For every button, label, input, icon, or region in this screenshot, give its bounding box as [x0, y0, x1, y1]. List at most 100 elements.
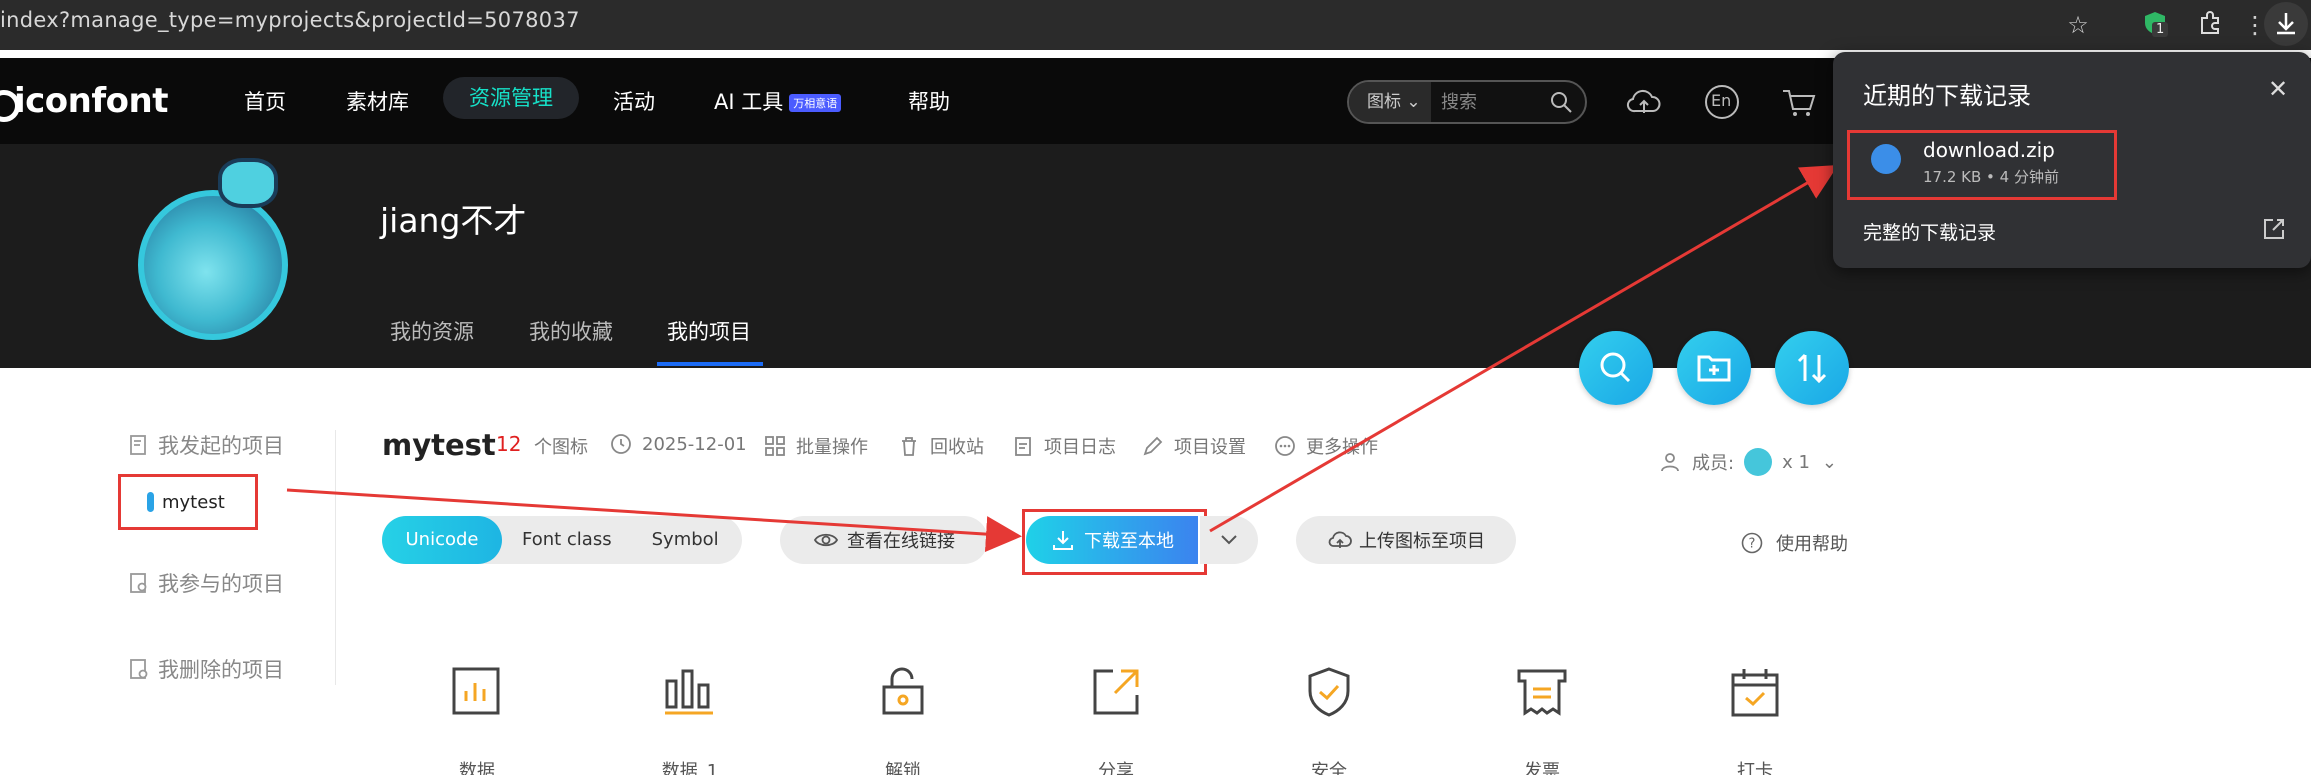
cloud-upload-icon	[1328, 531, 1352, 548]
nav-ai-tools[interactable]: AI 工具 万相意语	[714, 86, 842, 116]
bookmark-star-icon[interactable]: ☆	[2063, 10, 2093, 40]
chevron-down-icon: ⌄	[1406, 92, 1421, 112]
batch-action[interactable]: 批量操作	[764, 433, 868, 459]
more-dots-icon	[1275, 436, 1295, 456]
format-segmented-control: Unicode Font class Symbol	[382, 516, 742, 564]
search-type-select[interactable]: 图标 ⌄	[1349, 82, 1431, 122]
search-icon[interactable]	[1549, 90, 1573, 114]
downloads-button[interactable]	[2264, 2, 2308, 46]
download-icon	[1053, 531, 1073, 550]
icon-label-data: 数据	[459, 761, 495, 775]
tab-my-resources[interactable]: 我的资源	[390, 316, 474, 346]
clock-icon	[611, 434, 631, 454]
browser-toolbar: index?manage_type=myprojects&projectId=5…	[0, 0, 2311, 50]
invoice-icon[interactable]	[1515, 665, 1569, 719]
search-icon	[1600, 352, 1631, 383]
help-circle-icon: ?	[1741, 532, 1763, 554]
full-download-history-link[interactable]: 完整的下载记录	[1863, 218, 1996, 245]
project-color-dot	[147, 492, 154, 512]
members-icon	[1661, 453, 1679, 472]
calendar-check-icon[interactable]	[1728, 665, 1782, 719]
download-local-button[interactable]: 下载至本地	[1026, 516, 1198, 564]
tab-my-favorites[interactable]: 我的收藏	[529, 316, 613, 346]
address-bar[interactable]: index?manage_type=myprojects&projectId=5…	[0, 8, 580, 32]
icon-label-checkin: 打卡	[1737, 761, 1773, 775]
extensions-puzzle-icon[interactable]	[2195, 10, 2225, 40]
grid-icon	[765, 436, 785, 456]
icon-label-invoice: 发票	[1524, 761, 1560, 775]
user-avatar	[138, 190, 288, 340]
svg-text:?: ?	[1749, 537, 1756, 552]
document-edit-icon	[130, 435, 146, 455]
close-icon[interactable]: ✕	[2265, 76, 2291, 102]
zip-file-icon	[1871, 144, 1901, 174]
document-search-icon	[130, 573, 147, 593]
project-date: 2025-12-01	[610, 433, 747, 455]
member-avatar	[1744, 448, 1773, 476]
chart-data-icon[interactable]	[450, 665, 504, 719]
folder-add-icon	[1697, 355, 1731, 382]
sidebar-item-deleted[interactable]: 我删除的项目	[128, 654, 284, 684]
bar-chart-icon[interactable]	[663, 665, 717, 719]
nav-help[interactable]: 帮助	[908, 86, 950, 116]
recycle-bin[interactable]: 回收站	[898, 433, 984, 459]
sidebar-item-created[interactable]: 我发起的项目	[128, 430, 284, 460]
chevron-down-icon: ⌄	[1821, 451, 1837, 473]
pencil-icon	[1143, 436, 1163, 456]
project-members[interactable]: 成员: x 1 ⌄	[1658, 448, 1837, 476]
shield-check-icon[interactable]	[1302, 665, 1356, 719]
nav-resource-manage[interactable]: 资源管理	[443, 77, 579, 119]
share-icon[interactable]	[1089, 665, 1143, 719]
cart-icon[interactable]	[1780, 83, 1818, 121]
search-input[interactable]	[1441, 90, 1541, 114]
unlock-icon[interactable]	[876, 665, 930, 719]
external-link-icon[interactable]	[2261, 216, 2287, 242]
icon-count-unit: 个图标	[534, 437, 588, 458]
eye-icon	[813, 533, 839, 547]
clipboard-icon	[1015, 437, 1031, 456]
tab-symbol[interactable]: Symbol	[632, 516, 739, 564]
download-icon	[2277, 13, 2295, 35]
active-tab-indicator	[657, 362, 763, 366]
icon-label-data-1: 数据_1	[661, 761, 719, 775]
recent-downloads-popup: 近期的下载记录 ✕ download.zip 17.2 KB • 4 分钟前 完…	[1833, 52, 2311, 268]
logo-icon	[0, 80, 20, 122]
nav-home[interactable]: 首页	[244, 86, 286, 116]
trash-icon	[902, 437, 916, 456]
ai-tag-badge: 万相意语	[789, 94, 842, 112]
view-online-link-button[interactable]: 查看在线链接	[780, 516, 988, 564]
nav-library[interactable]: 素材库	[346, 86, 409, 116]
language-toggle[interactable]: En	[1703, 83, 1741, 121]
sidebar-divider	[335, 430, 336, 685]
nav-activity[interactable]: 活动	[613, 86, 655, 116]
iconfont-logo[interactable]: iconfont	[0, 80, 168, 122]
username: jiang不才	[380, 201, 527, 240]
icon-label-share: 分享	[1098, 761, 1134, 775]
popup-title: 近期的下载记录	[1863, 82, 2031, 110]
sidebar-item-joined[interactable]: 我参与的项目	[128, 568, 284, 598]
tab-unicode[interactable]: Unicode	[382, 516, 502, 564]
project-settings[interactable]: 项目设置	[1142, 433, 1246, 459]
download-options-dropdown[interactable]	[1200, 516, 1258, 564]
search-box: 图标 ⌄	[1347, 80, 1587, 124]
chevron-down-icon	[1221, 535, 1237, 545]
sidebar-project-mytest[interactable]: mytest	[118, 474, 258, 530]
avatar-ornament	[218, 158, 278, 208]
upload-icons-button[interactable]: 上传图标至项目	[1296, 516, 1516, 564]
project-log[interactable]: 项目日志	[1012, 433, 1116, 459]
help-link[interactable]: ? 使用帮助	[1740, 530, 1848, 556]
tab-my-projects[interactable]: 我的项目	[667, 316, 751, 346]
extension-badge: 1	[2152, 22, 2169, 37]
tab-font-class[interactable]: Font class	[502, 516, 632, 564]
cloud-upload-icon[interactable]	[1625, 83, 1663, 121]
download-file-name[interactable]: download.zip	[1923, 138, 2055, 162]
fab-new-folder[interactable]	[1677, 331, 1751, 405]
icon-label-unlock: 解锁	[885, 761, 921, 775]
sort-icon	[1797, 353, 1827, 384]
more-actions[interactable]: 更多操作	[1274, 433, 1378, 459]
fab-search[interactable]	[1579, 331, 1653, 405]
document-delete-icon	[130, 659, 148, 679]
project-title: mytest	[382, 428, 496, 462]
fab-sort[interactable]	[1775, 331, 1849, 405]
icon-count: 12	[496, 432, 522, 456]
